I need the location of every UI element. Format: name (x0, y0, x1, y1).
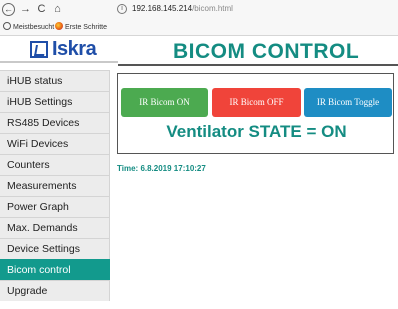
sidebar-item-counters[interactable]: Counters (0, 154, 110, 175)
bookmark-label: Erste Schritte (65, 24, 108, 31)
logo-text: Iskra (52, 38, 97, 60)
browser-nav-row: ← → C ⌂ i 192.168.145.214/bicom.html (0, 0, 398, 20)
sidebar-item-max-demands[interactable]: Max. Demands (0, 217, 110, 238)
reload-icon[interactable]: C (35, 3, 48, 16)
sidebar-item-rs485-devices[interactable]: RS485 Devices (0, 112, 110, 133)
ir-bicom-off-button[interactable]: IR Bicom OFF (212, 88, 301, 117)
home-icon[interactable]: ⌂ (51, 3, 64, 16)
ir-bicom-on-button[interactable]: IR Bicom ON (121, 88, 208, 117)
sidebar-item-ihub-settings[interactable]: iHUB Settings (0, 91, 110, 112)
bicom-control-panel: IR Bicom ON IR Bicom OFF IR Bicom Toggle… (117, 73, 394, 154)
sidebar-item-bicom-control[interactable]: Bicom control (0, 259, 110, 280)
forward-arrow-icon[interactable]: → (19, 3, 32, 16)
bookmark-getting-started[interactable]: Erste Schritte (55, 20, 107, 35)
browser-chrome: ← → C ⌂ i 192.168.145.214/bicom.html Mei… (0, 0, 398, 36)
time-value: 6.8.2019 17:10:27 (140, 164, 206, 173)
sidebar-item-upgrade[interactable]: Upgrade (0, 280, 110, 301)
url-text[interactable]: 192.168.145.214/bicom.html (132, 3, 233, 15)
sidebar-item-device-settings[interactable]: Device Settings (0, 238, 110, 259)
bookmarks-toolbar: Meistbesucht Erste Schritte (0, 20, 398, 35)
firefox-icon (55, 22, 63, 30)
sidebar-item-power-graph[interactable]: Power Graph (0, 196, 110, 217)
url-path: /bicom.html (192, 4, 233, 13)
sidebar-item-ihub-status[interactable]: iHUB status (0, 70, 110, 91)
bookmark-label: Meistbesucht (13, 24, 55, 31)
gear-icon (3, 22, 11, 30)
ventilator-state-text: Ventilator STATE = ON (166, 122, 347, 141)
info-icon[interactable]: i (117, 4, 127, 14)
sidebar-item-measurements[interactable]: Measurements (0, 175, 110, 196)
url-bar[interactable]: i 192.168.145.214/bicom.html (116, 2, 398, 17)
url-host: 192.168.145.214 (132, 4, 193, 13)
sidebar-item-wifi-devices[interactable]: WiFi Devices (0, 133, 110, 154)
iskra-logo: Iskra (30, 38, 120, 60)
page-title: BICOM CONTROL (173, 40, 360, 63)
time-readout: Time: 6.8.2019 17:10:27 (117, 164, 206, 173)
time-label: Time: (117, 164, 139, 173)
back-arrow-icon[interactable]: ← (2, 3, 15, 16)
title-divider (118, 64, 398, 66)
logo-divider (0, 61, 118, 63)
bookmark-most-visited[interactable]: Meistbesucht (3, 20, 54, 35)
iskra-logo-icon (30, 41, 48, 58)
ir-bicom-toggle-button[interactable]: IR Bicom Toggle (304, 88, 392, 117)
